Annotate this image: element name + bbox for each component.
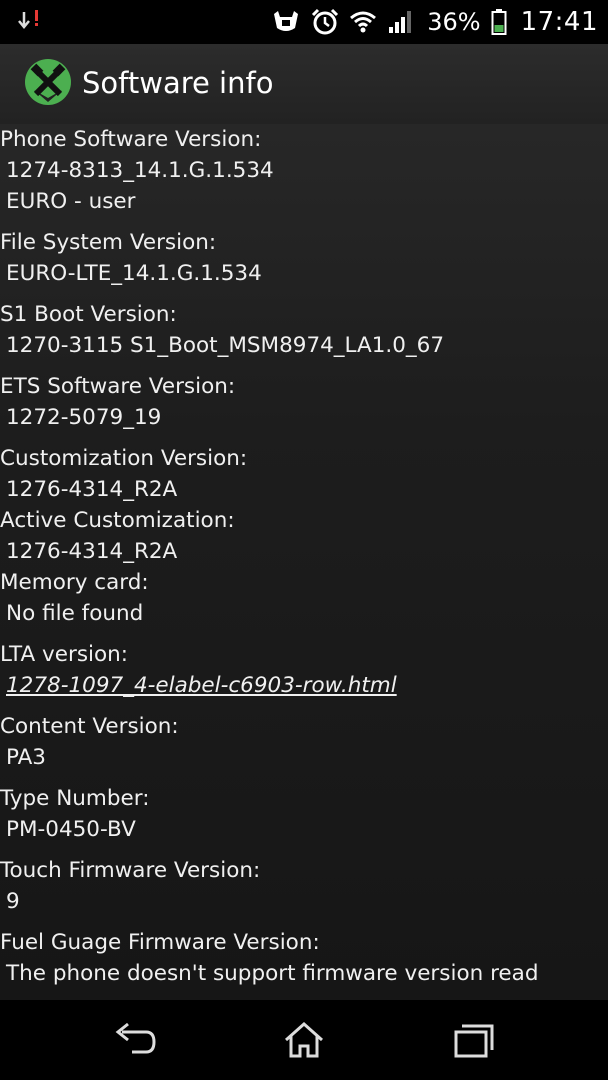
customization-version-value: 1276-4314_R2A xyxy=(6,477,178,502)
recents-icon[interactable] xyxy=(450,1018,498,1062)
s1-boot-version-value: 1270-3115 S1_Boot_MSM8974_LA1.0_67 xyxy=(6,333,445,358)
ets-software-version-value: 1272-5079_19 xyxy=(6,405,162,430)
lta-version: LTA version: 1278-1097_4-elabel-c6903-ro… xyxy=(0,639,608,701)
tools-icon xyxy=(25,59,71,105)
ets-software-version-label: ETS Software Version: xyxy=(0,374,236,399)
memory-card-value: No file found xyxy=(6,601,144,626)
memory-card: Memory card: No file found xyxy=(0,567,608,629)
download-warning-icon xyxy=(18,10,38,29)
content-version: Content Version: PA3 xyxy=(0,711,608,773)
clock: 17:41 xyxy=(520,7,598,37)
fuel-gauge-firmware-version: Fuel Guage Firmware Version: The phone d… xyxy=(0,927,608,989)
content-version-value: PA3 xyxy=(6,745,46,770)
type-number-label: Type Number: xyxy=(0,786,150,811)
ets-software-version: ETS Software Version: 1272-5079_19 xyxy=(0,371,608,433)
stamina-icon xyxy=(274,11,299,31)
action-bar: Software info xyxy=(0,44,608,124)
touch-firmware-version-label: Touch Firmware Version: xyxy=(0,858,261,883)
type-number: Type Number: PM-0450-BV xyxy=(0,783,608,845)
wifi-icon xyxy=(350,11,377,33)
phone-software-version-value: 1274-8313_14.1.G.1.534 xyxy=(6,158,274,183)
fuel-gauge-firmware-version-value: The phone doesn't support firmware versi… xyxy=(6,961,539,986)
main-content[interactable]: Software info Phone Software Version: 12… xyxy=(0,44,608,1000)
touch-firmware-version: Touch Firmware Version: 9 xyxy=(0,855,608,917)
memory-card-label: Memory card: xyxy=(0,570,149,595)
content-version-label: Content Version: xyxy=(0,714,179,739)
alarm-icon xyxy=(312,8,339,35)
s1-boot-version: S1 Boot Version: 1270-3115 S1_Boot_MSM89… xyxy=(0,299,608,361)
customization-version-label: Customization Version: xyxy=(0,446,248,471)
touch-firmware-version-value: 9 xyxy=(6,889,20,914)
battery-icon xyxy=(491,9,507,35)
type-number-value: PM-0450-BV xyxy=(6,817,136,842)
status-bar: 36% 17:41 xyxy=(0,0,608,44)
s1-boot-version-label: S1 Boot Version: xyxy=(0,302,177,327)
battery-percent: 36% xyxy=(427,8,481,36)
active-customization-label: Active Customization: xyxy=(0,508,235,533)
lta-version-label: LTA version: xyxy=(0,642,129,667)
phone-software-version: Phone Software Version: 1274-8313_14.1.G… xyxy=(0,124,608,217)
page-title: Software info xyxy=(82,66,274,100)
active-customization-value: 1276-4314_R2A xyxy=(6,539,178,564)
fuel-gauge-firmware-version-label: Fuel Guage Firmware Version: xyxy=(0,930,320,955)
file-system-version: File System Version: EURO-LTE_14.1.G.1.5… xyxy=(0,227,608,289)
signal-icon xyxy=(389,11,412,33)
navigation-bar xyxy=(0,1000,608,1080)
lta-version-link[interactable]: 1278-1097_4-elabel-c6903-row.html xyxy=(0,670,608,701)
file-system-version-value: EURO-LTE_14.1.G.1.534 xyxy=(6,261,262,286)
back-icon[interactable] xyxy=(112,1018,160,1062)
customization-version: Customization Version: 1276-4314_R2A xyxy=(0,443,608,505)
phone-software-version-label: Phone Software Version: xyxy=(0,127,262,152)
home-icon[interactable] xyxy=(280,1018,328,1062)
phone-software-build-type: EURO - user xyxy=(6,189,136,214)
active-customization: Active Customization: 1276-4314_R2A xyxy=(0,505,608,567)
file-system-version-label: File System Version: xyxy=(0,230,217,255)
software-info-list: Phone Software Version: 1274-8313_14.1.G… xyxy=(0,124,608,989)
